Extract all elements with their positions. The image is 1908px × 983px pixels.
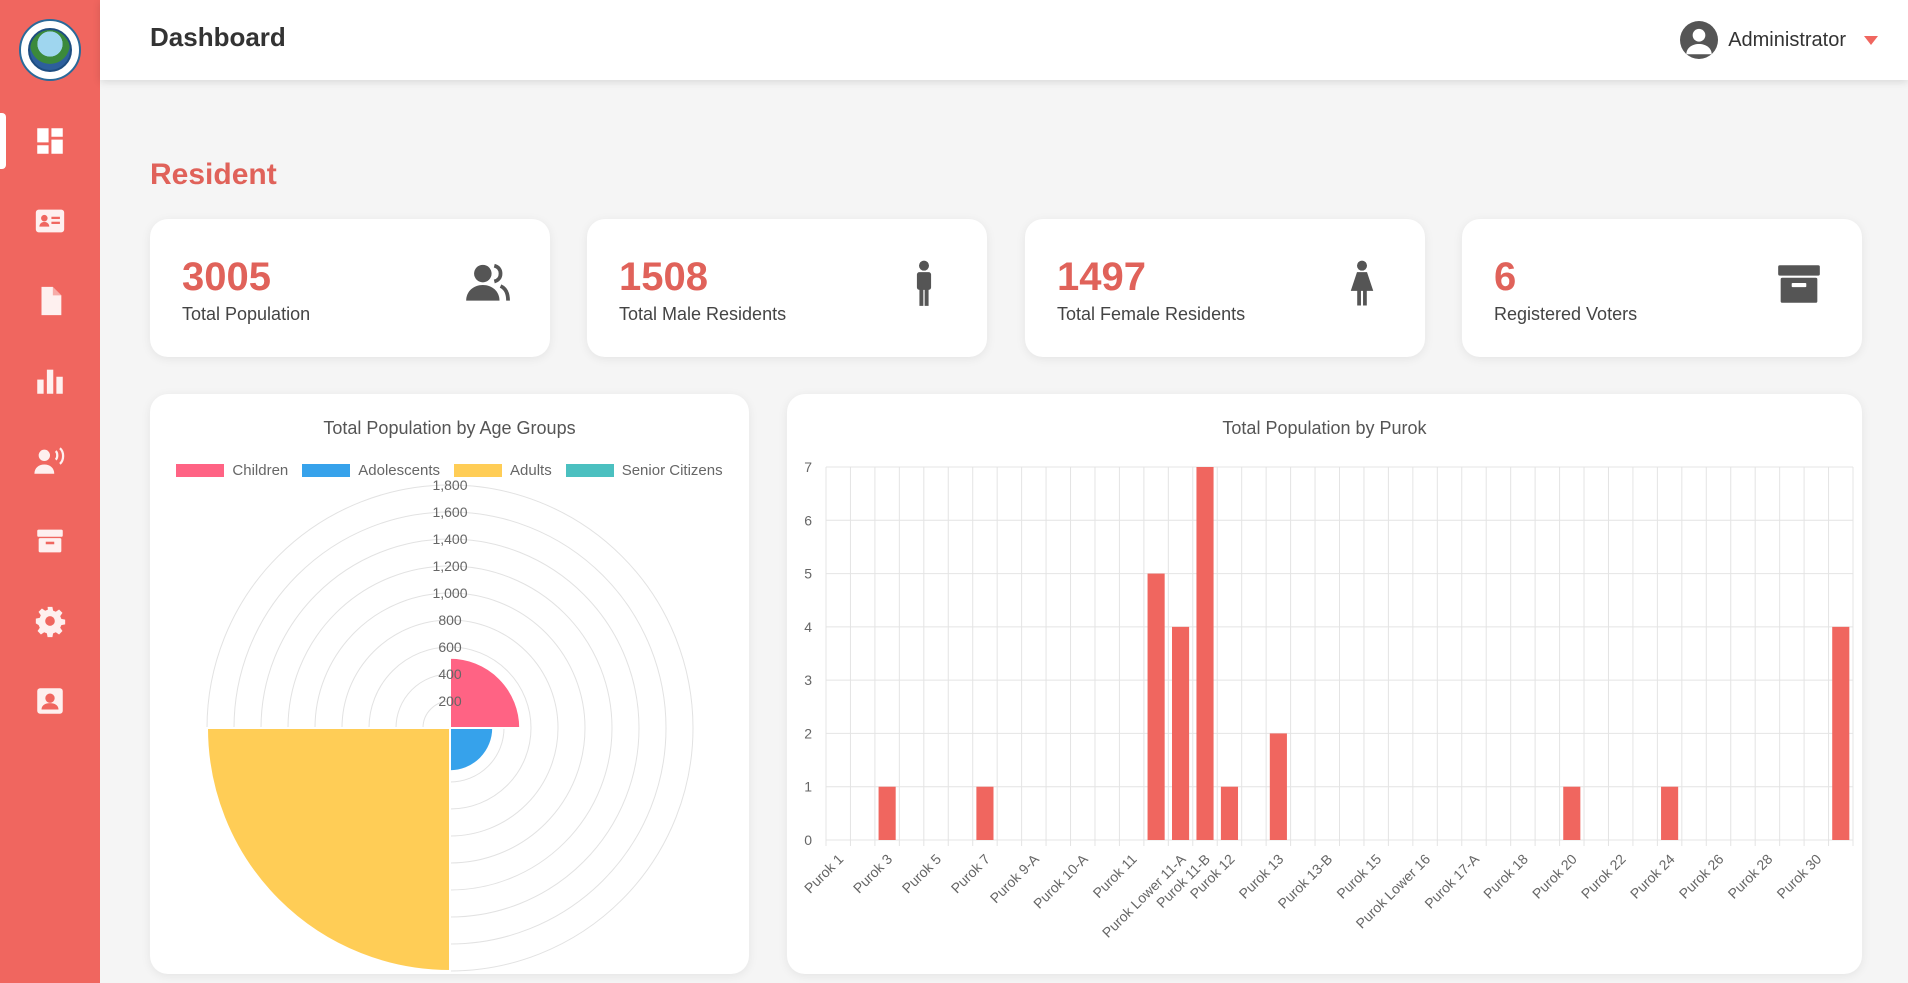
sidebar-item-settings[interactable] [0,593,100,649]
polar-wedge-adults [205,727,451,973]
x-tick-label: Purok 15 [1333,851,1384,902]
id-card-icon [35,209,65,233]
y-tick-label: 1 [804,779,812,795]
polar-area-chart: 200 400 600 800 1,000 1,200 1,400 1,600 1,800 [205,477,694,973]
x-tick-label: Purok 11 [1090,851,1140,901]
bar-chart: 0 1 2 3 4 5 6 7 Purok 1 Purok 3 Purok 5 Purok 7 Puro… [801,459,1854,941]
contact-card-icon [37,688,63,714]
polar-tick-label: 1,000 [432,585,467,601]
stat-card-registered-voters: 6 Registered Voters [1462,219,1862,357]
x-tick-label: Purok 3 [850,851,896,897]
stat-value: 3005 [182,255,271,299]
avatar [1680,21,1719,59]
stat-value: 1508 [619,255,708,299]
sidebar-item-announcements[interactable] [0,433,100,489]
stat-value: 1497 [1057,255,1146,299]
top-bar: Dashboard Administrator [100,0,1908,80]
y-tick-label: 0 [804,832,812,848]
male-icon [916,260,932,306]
polar-tick-label: 200 [438,693,462,709]
users-icon [466,263,510,301]
stat-label: Total Male Residents [619,304,787,324]
x-tick-label: Purok 28 [1725,851,1776,902]
bar-purok-24 [1661,786,1679,840]
chevron-down-icon [1864,35,1878,45]
sidebar-item-profile[interactable] [0,673,100,729]
polar-tick-label: 1,800 [432,477,467,493]
barangay-seal-logo[interactable] [19,19,81,81]
x-tick-label: Purok 26 [1676,851,1727,902]
polar-tick-label: 600 [438,639,462,655]
bar-purok-11-a [1147,573,1165,840]
bar-purok-13 [1269,733,1287,840]
x-tick-label: Purok 13 [1236,851,1287,902]
page-title: Dashboard [150,22,286,52]
sidebar [0,0,100,983]
polar-tick-label: 1,400 [432,531,467,547]
y-tick-label: 6 [804,512,812,528]
polar-tick-label: 400 [438,666,462,682]
y-tick-label: 3 [804,672,812,688]
stat-card-total-population: 3005 Total Population [150,219,550,357]
sidebar-item-reports[interactable] [0,353,100,409]
sidebar-item-archive[interactable] [0,513,100,569]
bar-purok-31 [1832,626,1850,840]
polar-tick-label: 800 [438,612,462,628]
user-menu[interactable]: Administrator [1680,20,1878,60]
sidebar-item-residents[interactable] [0,193,100,249]
bar-purok-20 [1563,786,1581,840]
polar-tick-label: 1,600 [432,504,467,520]
bar-chart-icon [37,369,63,394]
x-tick-label: Purok 7 [948,851,994,897]
y-tick-label: 7 [804,459,812,475]
stat-value: 6 [1494,255,1517,299]
sidebar-item-dashboard[interactable] [0,113,100,169]
age-groups-chart-card: Total Population by Age Groups Children … [150,394,749,974]
section-title: Resident [150,158,277,191]
archive-box-icon [37,529,63,553]
y-tick-label: 2 [804,725,812,741]
archive-box-icon [1778,265,1820,303]
polar-tick-label: 1,200 [432,558,467,574]
bar-purok-3 [878,786,896,840]
purok-chart-card: Total Population by Purok 0 1 2 3 4 5 6 7 Purok … [787,394,1862,974]
y-tick-label: 4 [804,619,812,635]
x-tick-label: Purok 5 [899,851,945,897]
female-icon [1350,260,1374,306]
x-tick-label: Purok 24 [1627,851,1678,902]
sidebar-item-documents[interactable] [0,273,100,329]
stat-card-male-residents: 1508 Total Male Residents [587,219,987,357]
user-name: Administrator [1728,28,1846,51]
x-tick-label: Purok 18 [1480,851,1531,902]
stat-label: Total Female Residents [1057,304,1246,324]
bar-purok-7 [976,786,994,840]
x-tick-label: Purok 1 [801,851,847,897]
speaking-person-icon [34,447,65,474]
x-tick-label: Purok 30 [1773,851,1824,902]
document-icon [41,286,62,316]
user-avatar-icon [1686,28,1712,55]
bar-purok-11-b [1196,467,1214,840]
bar-purok-lower-11-a [1172,626,1190,840]
gear-icon [35,606,66,638]
dashboard-icon [37,128,63,154]
x-tick-label: Purok 20 [1529,851,1580,902]
polar-wedge-adolescents [449,727,495,773]
stat-label: Registered Voters [1494,304,1638,324]
y-tick-label: 5 [804,566,812,582]
stat-label: Total Population [182,304,311,324]
stat-card-female-residents: 1497 Total Female Residents [1025,219,1425,357]
bar-purok-12 [1220,786,1239,840]
x-tick-label: Purok 22 [1578,851,1629,902]
